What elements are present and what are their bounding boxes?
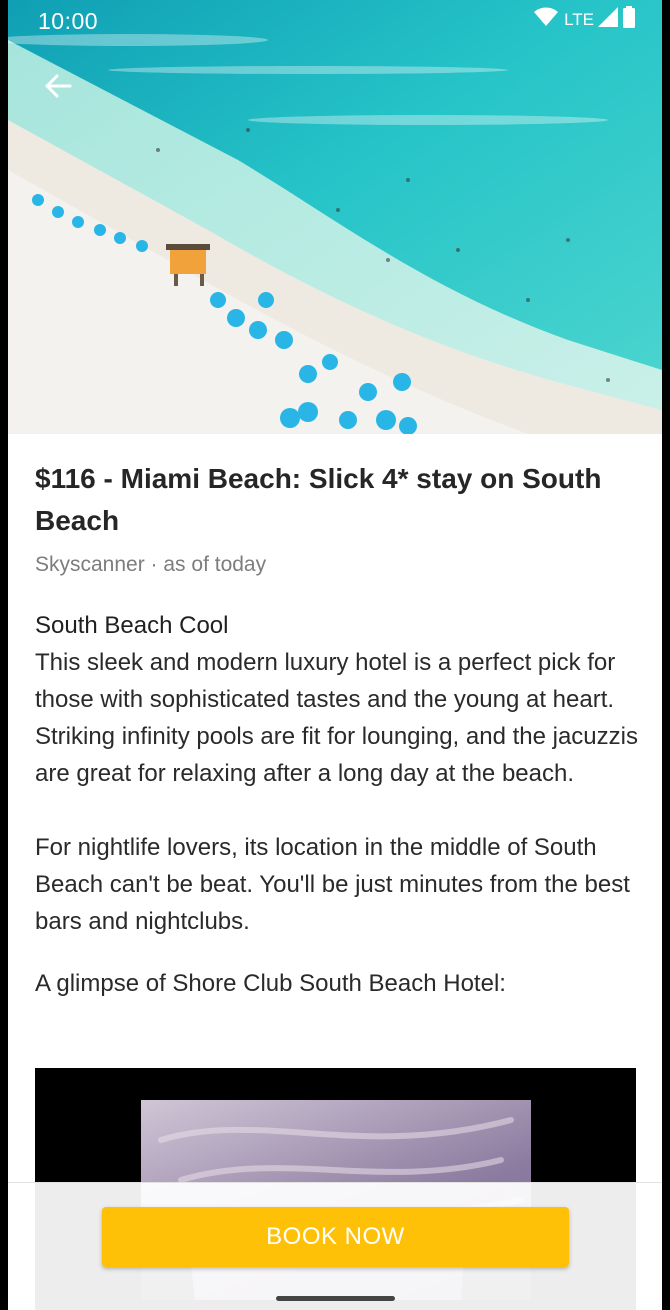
back-button[interactable] — [32, 64, 84, 112]
arrow-left-icon — [43, 71, 73, 106]
status-icons: LTE — [534, 6, 636, 34]
description-paragraph-2: For nightlife lovers, its location in th… — [35, 834, 630, 935]
battery-icon — [622, 6, 636, 34]
article-content: $116 - Miami Beach: Slick 4* stay on Sou… — [35, 458, 640, 1002]
hero-beach-image — [8, 0, 662, 434]
lte-label: LTE — [564, 10, 594, 29]
status-time: 10:00 — [38, 8, 99, 34]
article-source: Skyscanner · as of today — [35, 553, 267, 576]
cellular-signal-icon — [598, 7, 618, 33]
description-paragraph-1: This sleek and modern luxury hotel is a … — [35, 649, 638, 787]
wifi-icon — [534, 7, 559, 33]
book-now-button[interactable]: BOOK NOW — [102, 1207, 569, 1267]
section-heading: South Beach Cool — [35, 612, 229, 639]
bottom-action-bar: BOOK NOW — [8, 1182, 662, 1310]
app-screen: 10:00 LTE $116 - Miami Beach: Slick 4* s… — [8, 0, 662, 1310]
glimpse-label: A glimpse of Shore Club South Beach Hote… — [35, 970, 506, 997]
home-indicator[interactable] — [276, 1296, 395, 1301]
article-title: $116 - Miami Beach: Slick 4* stay on Sou… — [35, 463, 602, 536]
status-bar: 10:00 LTE — [8, 0, 662, 40]
